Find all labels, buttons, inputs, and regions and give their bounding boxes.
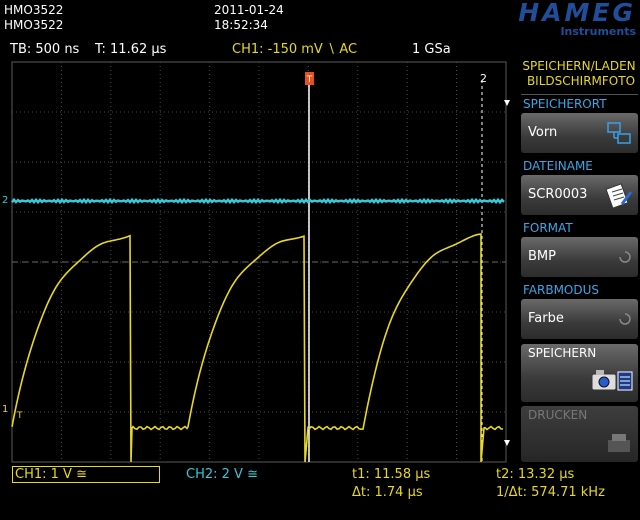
date-label: 2011-01-24 bbox=[214, 3, 284, 17]
trigger-marker-label: T bbox=[306, 75, 313, 85]
ch2-ground-marker[interactable]: 2 bbox=[2, 195, 8, 206]
device-name-2: HMO3522 bbox=[4, 18, 64, 32]
location-button[interactable]: Vorn bbox=[521, 113, 638, 153]
ch1-waveform bbox=[11, 233, 504, 463]
ch1-ground-marker[interactable]: 1 bbox=[2, 404, 8, 415]
trigger-level-arrow-icon bbox=[504, 100, 510, 106]
ch2-waveform bbox=[11, 197, 505, 205]
location-value: Vorn bbox=[528, 125, 558, 140]
format-value: BMP bbox=[528, 249, 556, 264]
ch1-trigger-level-marker: T bbox=[16, 411, 23, 421]
menu-title-2: BILDSCHIRMFOTO bbox=[526, 74, 636, 88]
logo-main: HAMEG bbox=[518, 0, 636, 27]
print-button[interactable]: DRUCKEN bbox=[521, 406, 638, 462]
colormode-section-label: FARBMODUS bbox=[523, 283, 600, 297]
filename-button[interactable]: SCR0003 bbox=[521, 175, 638, 215]
format-section-label: FORMAT bbox=[523, 221, 573, 235]
ch1-scale-label[interactable]: CH1: 1 V ≅ bbox=[12, 466, 160, 483]
folder-icon bbox=[607, 122, 631, 144]
location-section-label: SPEICHERORT bbox=[523, 97, 607, 111]
camera-icon bbox=[591, 370, 633, 391]
cursor-freq-label: 1/Δt: 574.71 kHz bbox=[496, 485, 605, 500]
colormode-value: Farbe bbox=[528, 311, 564, 326]
cursor-t2-label: t2: 13.32 µs bbox=[496, 467, 575, 482]
cursor-2-label: 2 bbox=[480, 72, 487, 85]
rotate-selector-icon bbox=[619, 251, 631, 263]
colormode-button[interactable]: Farbe bbox=[521, 299, 638, 339]
scope-display[interactable]: T 2 2 1 T bbox=[0, 55, 515, 467]
edit-document-icon bbox=[605, 183, 633, 209]
menu-title-1: SPEICHERN/LADEN bbox=[522, 59, 636, 73]
save-label: SPEICHERN bbox=[528, 346, 597, 360]
logo-sub: Instruments bbox=[560, 25, 636, 38]
cursor-t1-label: t1: 11.58 µs bbox=[352, 467, 431, 482]
time-label: 18:52:34 bbox=[214, 18, 268, 32]
cursor-delta-label: Δt: 1.74 µs bbox=[352, 485, 423, 500]
format-button[interactable]: BMP bbox=[521, 237, 638, 277]
printer-icon bbox=[608, 434, 630, 452]
brand-logo: HAMEG Instruments bbox=[452, 0, 636, 38]
menu-separator bbox=[521, 94, 638, 95]
print-label: DRUCKEN bbox=[528, 408, 588, 422]
rotate-selector-icon bbox=[619, 313, 631, 325]
filename-value: SCR0003 bbox=[528, 187, 588, 202]
device-name-1: HMO3522 bbox=[4, 3, 64, 17]
ch2-scale-label[interactable]: CH2: 2 V ≅ bbox=[186, 467, 258, 483]
save-button[interactable]: SPEICHERN bbox=[521, 344, 638, 402]
trigger-marker[interactable]: T bbox=[305, 72, 314, 85]
filename-section-label: DATEINAME bbox=[523, 159, 593, 173]
scroll-down-arrow-icon bbox=[504, 440, 510, 446]
